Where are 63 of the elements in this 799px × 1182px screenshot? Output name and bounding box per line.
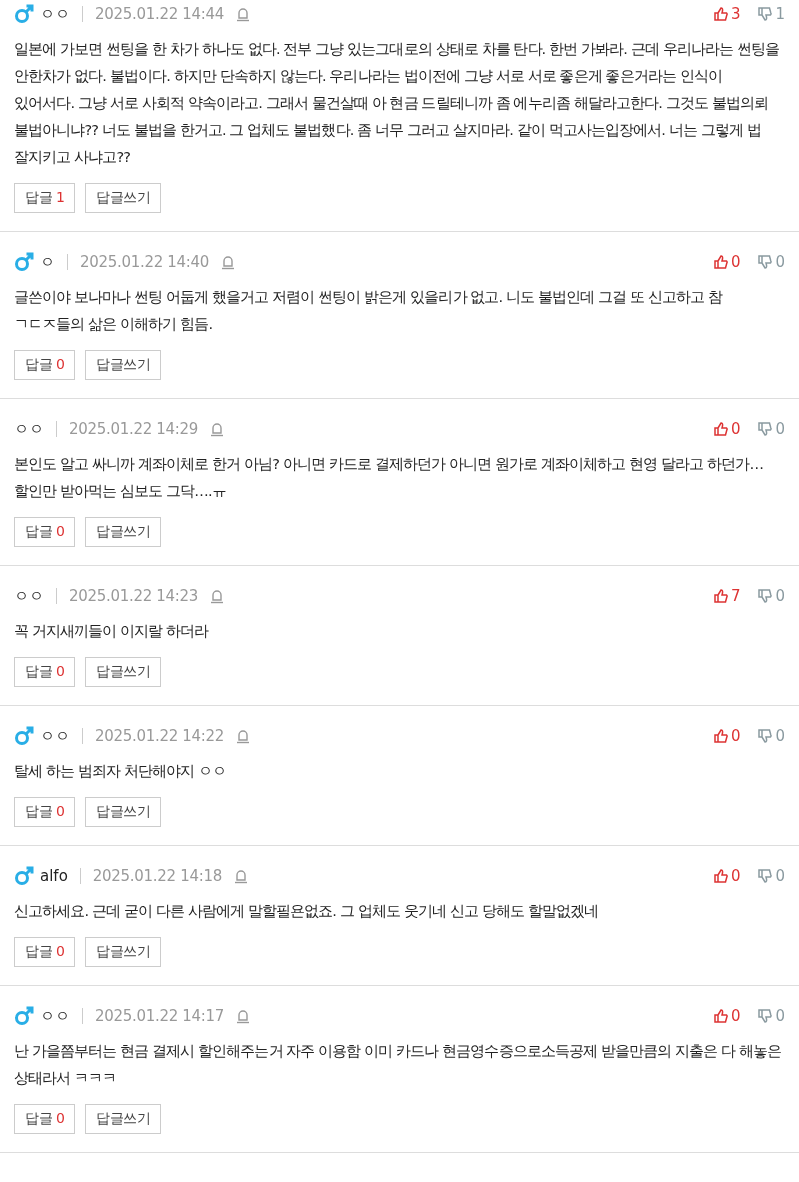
thumbs-up-icon [713, 1009, 728, 1023]
write-reply-button[interactable]: 답글쓰기 [85, 937, 162, 967]
nickname[interactable]: alfo [40, 867, 68, 885]
comment-time: 2025.01.22 14:22 [95, 727, 225, 745]
write-reply-button[interactable]: 답글쓰기 [85, 517, 162, 547]
reply-count-button[interactable]: 답글 0 [14, 797, 76, 827]
like-count[interactable]: 7 [713, 587, 741, 605]
comment-time: 2025.01.22 14:23 [69, 587, 199, 605]
comment-text: 글쓴이야 보나마나 썬팅 어둡게 했을거고 저렴이 썬팅이 밝은게 있을리가 없고. 니도 불법인데 그걸 또 신고하고 참 ㄱㄷㅈ들의 삶은 이해하기 힘듬. [14, 288, 724, 334]
thumbs-down-icon [758, 255, 773, 269]
like-count[interactable]: 0 [713, 867, 741, 885]
write-reply-button[interactable]: 답글쓰기 [85, 797, 162, 827]
reply-count-button[interactable]: 답글 1 [14, 183, 76, 213]
thumbs-down-icon [758, 7, 773, 21]
like-count[interactable]: 0 [713, 420, 741, 438]
comment-text: 일본에 가보면 썬팅을 한 차가 하나도 없다. 전부 그냥 있는그대로의 상태로 차를 탄다. 한번 가봐라. 근데 우리나라는 썬팅을 안한차가 없다. 불법이다. 하지만 단속하지 않는다. 우리나라는 법이전에 그냥 서로 서로 좋은게 좋은거라는 인식이 있어서다. 그냥 서로 사회적 약속이라고. 그래서 물건살때 아 현금 드릴테니까 좀 에누리좀 해달라고한다. 그것도 불법의뢰 불법아니냐?? 너도 불법을 한거고. 그 업체도 불법했다. 좀 너무 그러고 살지마라. 같이 먹고사는입장에서. 너는 그렇게 법 잘지키고 사냐고?? [14, 40, 781, 167]
comment-text: 신고하세요. 근데 굳이 다른 사람에게 말할필욘없죠. 그 업체도 웃기네 신고 당해도 할말없겠네 [14, 902, 600, 921]
comment-text: 탈세 하는 범죄자 처단해야지 ㅇㅇ [14, 762, 228, 781]
comment-text: 꼭 거지새끼들이 이지랄 하더라 [14, 622, 210, 641]
comment-time: 2025.01.22 14:29 [69, 420, 199, 438]
report-icon[interactable] [236, 728, 251, 744]
report-icon[interactable] [236, 1008, 251, 1024]
thumbs-down-icon [758, 869, 773, 883]
comment-time: 2025.01.22 14:17 [95, 1007, 225, 1025]
nickname[interactable]: ㅇㅇ [40, 4, 70, 24]
thumbs-down-icon [758, 1009, 773, 1023]
reply-count-button[interactable]: 답글 0 [14, 350, 76, 380]
thumbs-down-icon [758, 589, 773, 603]
report-icon[interactable] [221, 254, 236, 270]
nickname[interactable]: ㅇㅇ [14, 586, 44, 606]
report-icon[interactable] [236, 6, 251, 22]
comment-time: 2025.01.22 14:40 [80, 253, 210, 271]
thumbs-up-icon [713, 589, 728, 603]
thumbs-up-icon [713, 7, 728, 21]
comment-text: 난 가을쯤부터는 현금 결제시 할인해주는거 자주 이용함 이미 카드나 현금영수증으로소득공제 받을만큼의 지출은 다 해놓은 상태라서 ㅋㅋㅋ [14, 1042, 783, 1088]
thumbs-down-icon [758, 422, 773, 436]
like-count[interactable]: 0 [713, 1007, 741, 1025]
like-count[interactable]: 0 [713, 253, 741, 271]
like-count[interactable]: 3 [713, 5, 741, 23]
reply-count-button[interactable]: 답글 0 [14, 1104, 76, 1134]
comment-text: 본인도 알고 싸니까 계좌이체로 한거 아님? 아니면 카드로 결제하던가 아니면 원가로 계좌이체하고 현영 달라고 하던가… 할인만 받아먹는 심보도 그닥….ㅠ [14, 455, 765, 501]
reply-count-button[interactable]: 답글 0 [14, 937, 76, 967]
write-reply-button[interactable]: 답글쓰기 [85, 657, 162, 687]
comment-time: 2025.01.22 14:18 [92, 867, 222, 885]
thumbs-up-icon [713, 729, 728, 743]
report-icon[interactable] [210, 421, 225, 437]
write-reply-button[interactable]: 답글쓰기 [85, 350, 162, 380]
thumbs-up-icon [713, 422, 728, 436]
comment-time: 2025.01.22 14:44 [95, 5, 225, 23]
nickname[interactable]: ㅇ [40, 252, 55, 272]
thumbs-up-icon [713, 869, 728, 883]
nickname[interactable]: ㅇㅇ [40, 1006, 70, 1026]
like-count[interactable]: 0 [713, 727, 741, 745]
report-icon[interactable] [210, 588, 225, 604]
report-icon[interactable] [233, 868, 248, 884]
thumbs-down-icon [758, 729, 773, 743]
thumbs-up-icon [713, 255, 728, 269]
nickname[interactable]: ㅇㅇ [14, 419, 44, 439]
write-reply-button[interactable]: 답글쓰기 [85, 183, 162, 213]
reply-count-button[interactable]: 답글 0 [14, 517, 76, 547]
write-reply-button[interactable]: 답글쓰기 [85, 1104, 162, 1134]
reply-count-button[interactable]: 답글 0 [14, 657, 76, 687]
nickname[interactable]: ㅇㅇ [40, 726, 70, 746]
